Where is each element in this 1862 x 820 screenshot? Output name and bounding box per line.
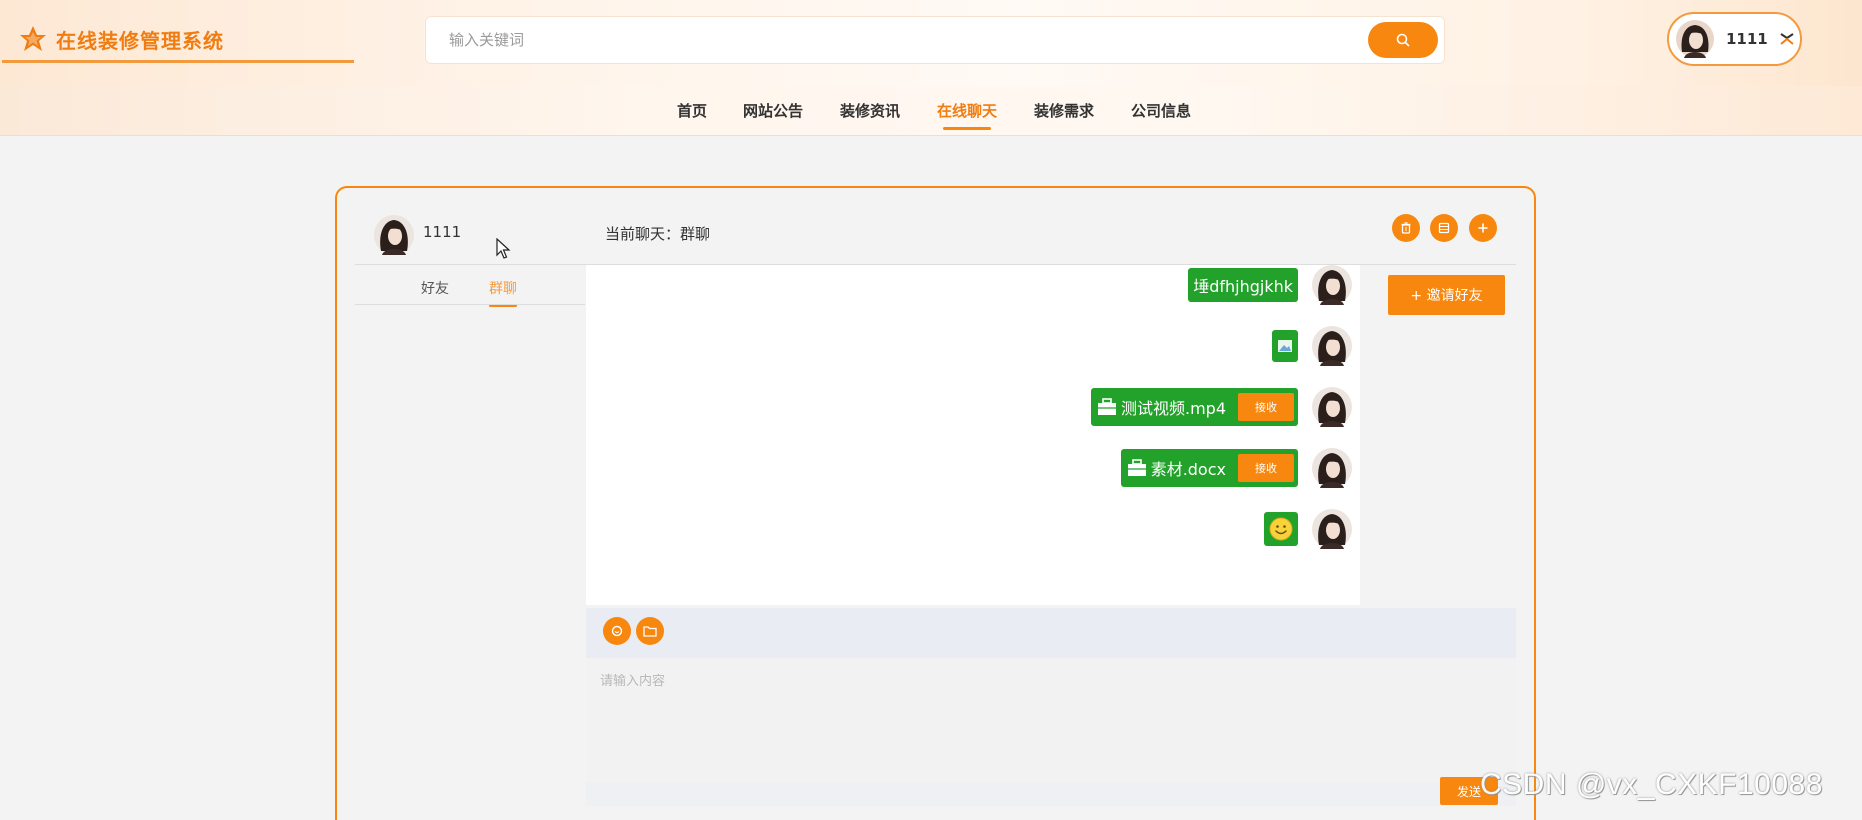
chat-panel: 1111 当前聊天：群聊 好友 群聊 埵dfhjhgjkhk 测试视频.mp4 … (335, 186, 1536, 820)
my-name: 1111 (423, 223, 462, 241)
app-logo[interactable]: 在线装修管理系统 (18, 22, 224, 56)
trash-icon (1401, 222, 1411, 234)
search-bar (425, 16, 1445, 64)
plus-icon (1478, 223, 1488, 233)
nav-item-announcements[interactable]: 网站公告 (743, 96, 803, 126)
image-icon (1278, 340, 1292, 352)
mouse-cursor-icon (496, 238, 511, 259)
message-item: 素材.docx 接收 (1120, 448, 1352, 488)
composer-toolbar (586, 608, 1516, 658)
current-chat-title: 当前聊天：群聊 (605, 225, 711, 243)
main-nav: 首页 网站公告 装修资讯 在线聊天 装修需求 公司信息 (0, 86, 1862, 136)
message-item: 测试视频.mp4 接收 (1090, 387, 1352, 427)
sender-avatar (1312, 509, 1352, 549)
message-item: 埵dfhjhgjkhk (1188, 265, 1352, 305)
emoji-message-bubble[interactable] (1264, 512, 1298, 546)
receive-file-button[interactable]: 接收 (1238, 454, 1294, 482)
user-menu[interactable]: 1111 (1667, 12, 1802, 66)
message-list[interactable]: 埵dfhjhgjkhk 测试视频.mp4 接收 素材.docx 接收 (586, 265, 1360, 605)
briefcase-icon (1127, 459, 1146, 476)
file-message-bubble: 测试视频.mp4 接收 (1090, 388, 1298, 426)
delete-chat-button[interactable] (1392, 214, 1420, 242)
watermark-text: CSDN @vx_CXKF10088 (1480, 768, 1823, 801)
sender-avatar (1312, 387, 1352, 427)
nav-item-chat[interactable]: 在线聊天 (929, 96, 1006, 130)
sender-avatar (1312, 326, 1352, 366)
file-name: 素材.docx (1150, 460, 1226, 479)
emoji-picker-button[interactable] (603, 617, 631, 645)
file-name: 测试视频.mp4 (1120, 399, 1226, 418)
receive-file-button[interactable]: 接收 (1238, 393, 1294, 421)
invite-friend-button[interactable]: + 邀请好友 (1388, 275, 1505, 315)
tabs-divider (355, 304, 585, 305)
logo-underline (2, 60, 354, 63)
message-composer (586, 608, 1516, 806)
nav-item-home[interactable]: 首页 (677, 96, 707, 126)
briefcase-icon (1097, 398, 1116, 415)
image-message-bubble[interactable] (1272, 330, 1298, 362)
chevron-up-icon (1780, 33, 1794, 45)
text-message-bubble[interactable]: 埵dfhjhgjkhk (1188, 268, 1298, 302)
sender-avatar (1312, 448, 1352, 488)
user-avatar (1676, 20, 1714, 58)
add-chat-button[interactable] (1469, 214, 1497, 242)
smiley-emoji-icon (1269, 517, 1293, 541)
tab-friends[interactable]: 好友 (421, 278, 449, 298)
search-input[interactable] (449, 28, 1329, 52)
nav-item-company[interactable]: 公司信息 (1131, 96, 1191, 126)
emoji-icon (611, 625, 623, 637)
message-item (1264, 509, 1352, 549)
app-title: 在线装修管理系统 (56, 28, 224, 53)
user-name: 1111 (1726, 30, 1768, 48)
folder-icon (643, 626, 657, 637)
file-message-bubble: 素材.docx 接收 (1120, 449, 1298, 487)
star-logo-icon (20, 26, 46, 51)
list-icon (1438, 222, 1450, 234)
nav-item-requirements[interactable]: 装修需求 (1034, 96, 1094, 126)
sender-avatar (1312, 265, 1352, 305)
search-button[interactable] (1368, 22, 1438, 58)
nav-active-underline (943, 127, 992, 130)
message-item (1272, 326, 1352, 366)
message-input[interactable] (586, 658, 1516, 782)
nav-item-news[interactable]: 装修资讯 (840, 96, 900, 126)
tab-group-chat[interactable]: 群聊 (489, 278, 517, 307)
search-icon (1396, 33, 1410, 47)
member-list-button[interactable] (1430, 214, 1458, 242)
top-header: 在线装修管理系统 1111 (0, 0, 1862, 86)
attach-file-button[interactable] (636, 617, 664, 645)
my-avatar (374, 215, 414, 255)
